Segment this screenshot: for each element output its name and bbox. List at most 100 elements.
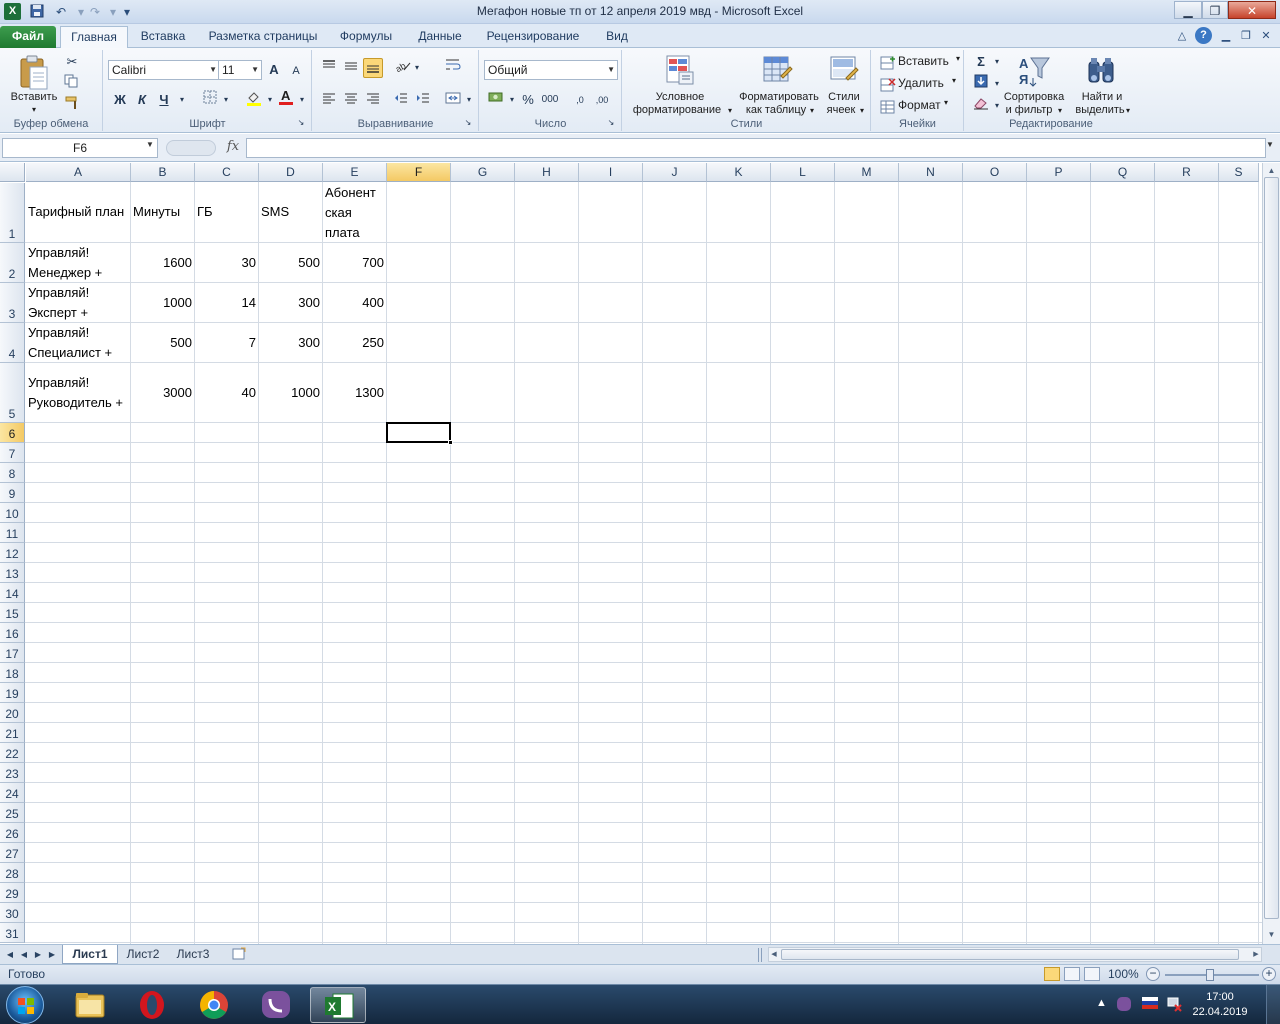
column-header-H[interactable]: H	[515, 163, 579, 182]
tab-view[interactable]: Вид	[594, 26, 640, 48]
row-header-26[interactable]: 26	[0, 823, 25, 843]
italic-button[interactable]: К	[132, 90, 152, 110]
align-top-icon[interactable]	[319, 58, 339, 78]
font-size-combo[interactable]: 11 ▼	[218, 60, 262, 80]
show-desktop-button[interactable]	[1266, 985, 1280, 1024]
cell-B5[interactable]: 3000	[131, 363, 194, 422]
tab-split-handle[interactable]	[758, 948, 762, 962]
row-header-7[interactable]: 7	[0, 443, 25, 463]
thousands-separator-button[interactable]: 000	[540, 90, 560, 110]
minimize-button[interactable]: ▁	[1174, 1, 1202, 19]
row-header-27[interactable]: 27	[0, 843, 25, 863]
column-header-F[interactable]: F	[387, 163, 451, 182]
row-header-4[interactable]: 4	[0, 323, 25, 363]
row-header-25[interactable]: 25	[0, 803, 25, 823]
align-bottom-icon[interactable]	[363, 58, 383, 78]
format-cells-button[interactable]: Формат ▾	[880, 98, 964, 116]
row-header-21[interactable]: 21	[0, 723, 25, 743]
font-color-dropdown-icon[interactable]: ▾	[292, 90, 312, 110]
font-dialog-launcher-icon[interactable]: ↘	[294, 116, 308, 130]
column-header-E[interactable]: E	[323, 163, 387, 182]
format-as-table-dropdown-icon[interactable]: ▾	[807, 104, 817, 117]
row-header-28[interactable]: 28	[0, 863, 25, 883]
alignment-dialog-launcher-icon[interactable]: ↘	[461, 116, 475, 130]
column-header-A[interactable]: A	[26, 163, 131, 182]
scroll-right-icon[interactable]: ▶	[1251, 948, 1261, 961]
row-header-9[interactable]: 9	[0, 483, 25, 503]
column-header-I[interactable]: I	[579, 163, 643, 182]
cut-icon[interactable]: ✂	[62, 52, 82, 72]
row-header-17[interactable]: 17	[0, 643, 25, 663]
start-button[interactable]	[6, 986, 44, 1024]
taskbar-excel[interactable]: X	[310, 987, 366, 1023]
cell-C3[interactable]: 14	[195, 283, 258, 322]
cell-C5[interactable]: 40	[195, 363, 258, 422]
sort-filter-label-1[interactable]: Сортировка	[999, 91, 1069, 104]
find-select-label-2[interactable]: выделить	[1069, 104, 1131, 117]
restore-button[interactable]: ❐	[1202, 1, 1228, 19]
cell-B4[interactable]: 500	[131, 323, 194, 362]
increase-indent-icon[interactable]	[413, 90, 433, 110]
column-header-Q[interactable]: Q	[1091, 163, 1155, 182]
tab-page-layout[interactable]: Разметка страницы	[202, 26, 324, 48]
cell-D3[interactable]: 300	[259, 283, 322, 322]
viber-tray-icon[interactable]	[1116, 996, 1132, 1015]
format-painter-icon[interactable]	[62, 96, 82, 116]
row-header-18[interactable]: 18	[0, 663, 25, 683]
font-name-combo[interactable]: Calibri ▼	[108, 60, 220, 80]
column-header-S[interactable]: S	[1219, 163, 1259, 182]
network-icon[interactable]	[1166, 996, 1182, 1015]
cell-C2[interactable]: 30	[195, 243, 258, 282]
taskbar-clock[interactable]: 17:00 22.04.2019	[1188, 990, 1252, 1020]
prev-sheet-icon[interactable]: ◀	[18, 947, 30, 962]
taskbar-explorer[interactable]	[62, 987, 118, 1023]
sort-filter-label-2[interactable]: и фильтр	[999, 104, 1059, 117]
worksheet-grid[interactable]: ABCDEFGHIJKLMNOPQRS 1 2 3 4 5 6 7 8 9 10 11 12 13 14 1…	[0, 163, 1262, 944]
column-header-O[interactable]: O	[963, 163, 1027, 182]
row-header-5[interactable]: 5	[0, 363, 25, 423]
taskbar-chrome[interactable]	[186, 987, 242, 1023]
select-all-button[interactable]	[0, 163, 25, 182]
cell-D4[interactable]: 300	[259, 323, 322, 362]
row-header-19[interactable]: 19	[0, 683, 25, 703]
name-box[interactable]: F6	[2, 138, 158, 158]
row-header-8[interactable]: 8	[0, 463, 25, 483]
workbook-minimize-icon[interactable]: ▁	[1218, 29, 1234, 43]
column-header-B[interactable]: B	[131, 163, 195, 182]
insert-function-button[interactable]: fx	[222, 139, 244, 157]
cell-D5[interactable]: 1000	[259, 363, 322, 422]
column-header-R[interactable]: R	[1155, 163, 1219, 182]
autosum-dropdown-icon[interactable]: ▾	[987, 52, 1007, 72]
minimize-ribbon-icon[interactable]: △	[1174, 29, 1190, 43]
scroll-left-icon[interactable]: ◀	[769, 948, 779, 961]
workbook-close-icon[interactable]: ✕	[1258, 29, 1274, 43]
grow-font-button[interactable]: A	[264, 60, 284, 80]
column-header-P[interactable]: P	[1027, 163, 1091, 182]
workbook-restore-icon[interactable]: ❐	[1238, 29, 1254, 43]
cell-E2[interactable]: 700	[323, 243, 386, 282]
cell-C1[interactable]: ГБ	[195, 183, 258, 242]
cell-A1[interactable]: Тарифный план	[26, 183, 130, 242]
cell-C4[interactable]: 7	[195, 323, 258, 362]
help-icon[interactable]: ?	[1195, 27, 1212, 44]
column-header-D[interactable]: D	[259, 163, 323, 182]
zoom-level[interactable]: 100%	[1108, 967, 1139, 981]
sheet-tab-2[interactable]: Лист2	[120, 945, 166, 964]
row-header-13[interactable]: 13	[0, 563, 25, 583]
cell-B1[interactable]: Минуты	[131, 183, 194, 242]
column-header-J[interactable]: J	[643, 163, 707, 182]
column-header-G[interactable]: G	[451, 163, 515, 182]
align-right-icon[interactable]	[363, 90, 383, 110]
tab-review[interactable]: Рецензирование	[480, 26, 586, 48]
increase-decimal-button[interactable]: ,0	[570, 90, 590, 110]
row-header-31[interactable]: 31	[0, 923, 25, 943]
zoom-out-button[interactable]: −	[1146, 967, 1160, 981]
page-layout-view-icon[interactable]	[1064, 967, 1080, 981]
align-center-icon[interactable]	[341, 90, 361, 110]
last-sheet-icon[interactable]: ▶	[46, 947, 58, 962]
orientation-dropdown-icon[interactable]: ▾	[407, 58, 427, 78]
sort-filter-icon[interactable]: АЯ	[1017, 54, 1051, 88]
column-header-M[interactable]: M	[835, 163, 899, 182]
tab-data[interactable]: Данные	[408, 26, 472, 48]
zoom-slider-knob[interactable]	[1206, 969, 1214, 981]
